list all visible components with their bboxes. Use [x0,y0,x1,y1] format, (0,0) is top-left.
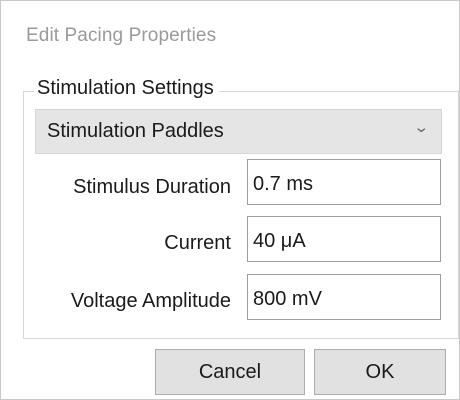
dialog-title: Edit Pacing Properties [26,25,217,46]
group-title: Stimulation Settings [34,77,219,100]
stimulation-mode-selected: Stimulation Paddles [47,120,224,142]
ok-button[interactable]: OK [314,349,446,395]
chevron-down-icon: ⌄ [413,119,430,136]
current-label: Current [164,232,231,254]
stimulation-mode-select[interactable]: Stimulation Paddles ⌄ [35,109,442,154]
voltage-amplitude-field[interactable] [247,274,441,320]
edit-pacing-dialog: Edit Pacing Properties Stimulation Setti… [0,0,460,400]
voltage-amplitude-label: Voltage Amplitude [70,290,231,312]
current-field[interactable] [247,216,441,262]
stimulus-duration-label: Stimulus Duration [73,176,231,198]
cancel-button[interactable]: Cancel [155,349,305,395]
stimulus-duration-field[interactable] [247,159,441,205]
